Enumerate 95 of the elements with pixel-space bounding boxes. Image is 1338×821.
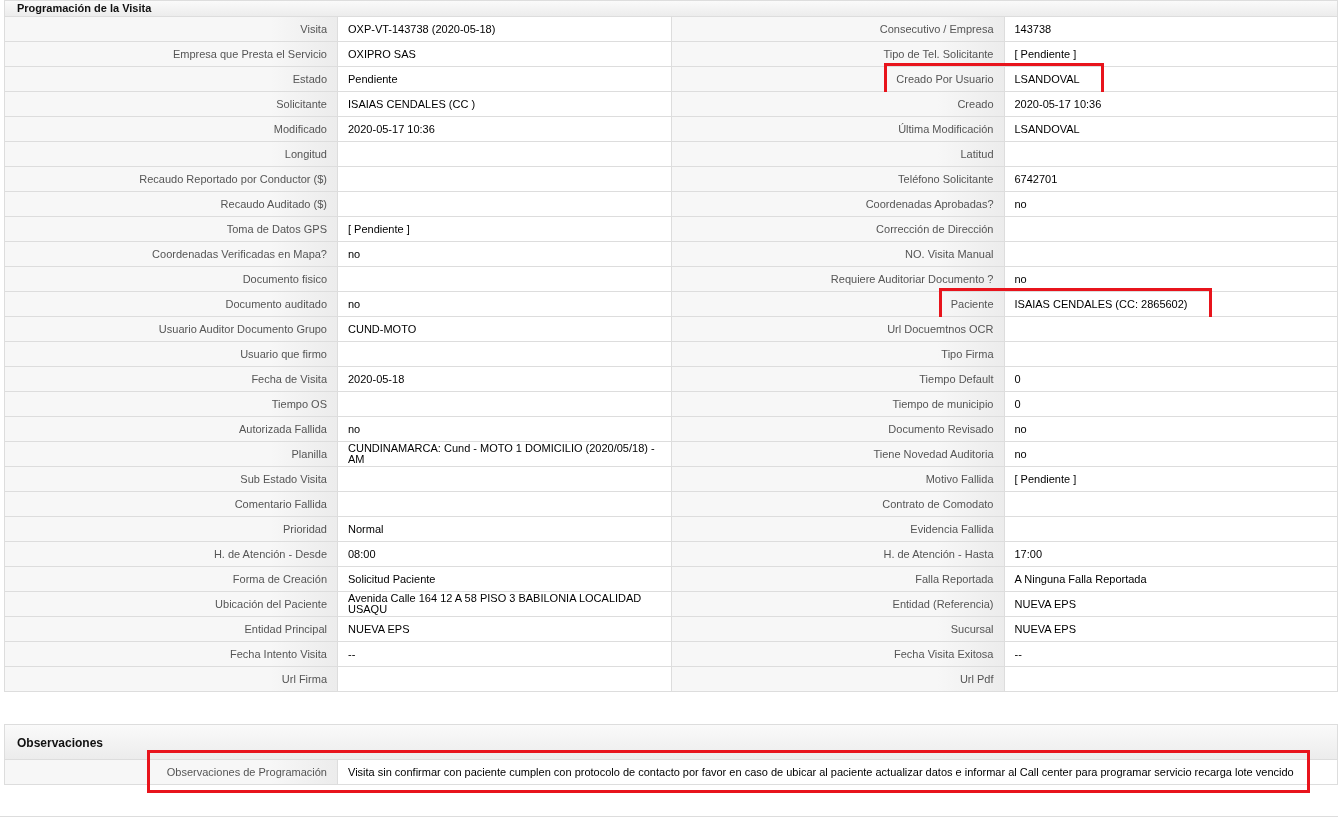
field-value: Normal — [338, 517, 672, 542]
field-value: 2020-05-17 10:36 — [338, 117, 672, 142]
field-label: Coordenadas Verificadas en Mapa? — [5, 242, 338, 267]
field-label: Tipo Firma — [671, 342, 1005, 367]
field-label: Longitud — [5, 142, 338, 167]
field-value: -- — [1004, 642, 1338, 667]
field-label: Requiere Auditoriar Documento ? — [671, 267, 1005, 292]
field-label: Fecha Intento Visita — [5, 642, 338, 667]
field-value: -- — [338, 642, 672, 667]
field-value: NUEVA EPS — [338, 617, 672, 642]
field-value: no — [338, 242, 672, 267]
field-label: Creado — [671, 92, 1005, 117]
field-label: Url Pdf — [671, 667, 1005, 692]
field-label: Tipo de Tel. Solicitante — [671, 42, 1005, 67]
field-value: 17:00 — [1004, 542, 1338, 567]
field-label: Fecha Visita Exitosa — [671, 642, 1005, 667]
field-label: Solicitante — [5, 92, 338, 117]
field-value: 0 — [1004, 392, 1338, 417]
field-label: Consecutivo / Empresa — [671, 17, 1005, 42]
field-label: NO. Visita Manual — [671, 242, 1005, 267]
field-value: 143738 — [1004, 17, 1338, 42]
field-label: Prioridad — [5, 517, 338, 542]
field-label: Usuario que firmo — [5, 342, 338, 367]
field-value: Solicitud Paciente — [338, 567, 672, 592]
field-label: Recaudo Reportado por Conductor ($) — [5, 167, 338, 192]
field-value: 0 — [1004, 367, 1338, 392]
field-label: Creado Por Usuario — [671, 67, 1005, 92]
field-label: Entidad Principal — [5, 617, 338, 642]
field-label: Entidad (Referencia) — [671, 592, 1005, 617]
field-value: ISAIAS CENDALES (CC ) — [338, 92, 672, 117]
field-label: Url Firma — [5, 667, 338, 692]
field-label: Coordenadas Aprobadas? — [671, 192, 1005, 217]
field-label: Observaciones de Programación — [5, 760, 338, 785]
field-value: NUEVA EPS — [1004, 617, 1338, 642]
field-value: [ Pendiente ] — [1004, 467, 1338, 492]
field-label: Motivo Fallida — [671, 467, 1005, 492]
field-label: Usuario Auditor Documento Grupo — [5, 317, 338, 342]
field-value: ISAIAS CENDALES (CC: 2865602) — [1004, 292, 1338, 317]
field-label: Autorizada Fallida — [5, 417, 338, 442]
field-label: Url Docuemtnos OCR — [671, 317, 1005, 342]
field-value: no — [338, 292, 672, 317]
field-label: Documento Revisado — [671, 417, 1005, 442]
field-value: no — [1004, 417, 1338, 442]
field-value: Avenida Calle 164 12 A 58 PISO 3 BABILONIA LOCALIDAD USAQU — [338, 592, 672, 617]
field-label: Forma de Creación — [5, 567, 338, 592]
field-value: Visita sin confirmar con paciente cumplen con protocolo de contacto por favor en caso de ubicar al paciente actualizar datos e informar al Call center para programar servicio recarga lote vencido — [338, 760, 1338, 785]
field-label: Tiempo Default — [671, 367, 1005, 392]
section-title: Programación de la Visita — [4, 0, 1338, 17]
field-label: H. de Atención - Hasta — [671, 542, 1005, 567]
field-label: Latitud — [671, 142, 1005, 167]
field-label: Empresa que Presta el Servicio — [5, 42, 338, 67]
field-value: no — [1004, 267, 1338, 292]
field-label: Visita — [5, 17, 338, 42]
field-label: Sucursal — [671, 617, 1005, 642]
field-value: 6742701 — [1004, 167, 1338, 192]
field-value: CUNDINAMARCA: Cund - MOTO 1 DOMICILIO (2020/05/18) - AM — [338, 442, 672, 467]
field-label: Planilla — [5, 442, 338, 467]
field-value: no — [1004, 442, 1338, 467]
field-label: Tiempo de municipio — [671, 392, 1005, 417]
field-label: Falla Reportada — [671, 567, 1005, 592]
field-label: Documento fisico — [5, 267, 338, 292]
field-value: [ Pendiente ] — [1004, 42, 1338, 67]
field-value: no — [338, 417, 672, 442]
section-title: Observaciones — [4, 724, 1338, 760]
field-label: H. de Atención - Desde — [5, 542, 338, 567]
field-value: 08:00 — [338, 542, 672, 567]
field-label: Modificado — [5, 117, 338, 142]
field-label: Paciente — [671, 292, 1005, 317]
field-value: [ Pendiente ] — [338, 217, 672, 242]
field-label: Fecha de Visita — [5, 367, 338, 392]
field-value: LSANDOVAL — [1004, 67, 1338, 92]
field-value: no — [1004, 192, 1338, 217]
field-label: Toma de Datos GPS — [5, 217, 338, 242]
field-label: Tiene Novedad Auditoria — [671, 442, 1005, 467]
field-value: OXP-VT-143738 (2020-05-18) — [338, 17, 672, 42]
field-label: Documento auditado — [5, 292, 338, 317]
field-value: 2020-05-17 10:36 — [1004, 92, 1338, 117]
field-label: Tiempo OS — [5, 392, 338, 417]
field-value: A Ninguna Falla Reportada — [1004, 567, 1338, 592]
field-label: Recaudo Auditado ($) — [5, 192, 338, 217]
field-label: Ubicación del Paciente — [5, 592, 338, 617]
field-label: Teléfono Solicitante — [671, 167, 1005, 192]
field-label: Estado — [5, 67, 338, 92]
field-label: Última Modificación — [671, 117, 1005, 142]
field-label: Contrato de Comodato — [671, 492, 1005, 517]
field-value: CUND-MOTO — [338, 317, 672, 342]
field-label: Comentario Fallida — [5, 492, 338, 517]
field-label: Sub Estado Visita — [5, 467, 338, 492]
field-value: LSANDOVAL — [1004, 117, 1338, 142]
field-value: NUEVA EPS — [1004, 592, 1338, 617]
field-value: 2020-05-18 — [338, 367, 672, 392]
field-value: Pendiente — [338, 67, 672, 92]
field-label: Evidencia Fallida — [671, 517, 1005, 542]
field-label: Corrección de Dirección — [671, 217, 1005, 242]
field-value: OXIPRO SAS — [338, 42, 672, 67]
